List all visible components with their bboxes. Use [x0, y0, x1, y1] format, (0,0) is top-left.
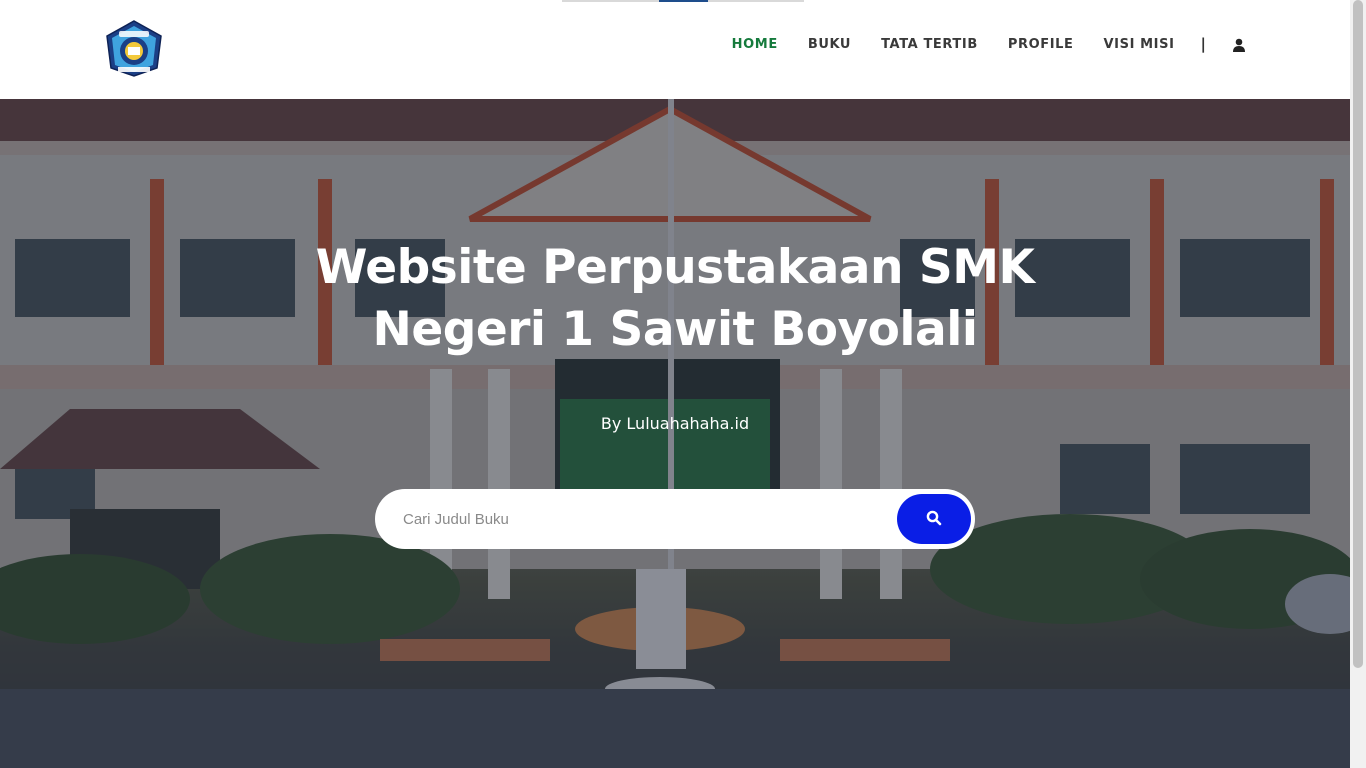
- book-search-form: [375, 489, 975, 549]
- nav-visi-misi[interactable]: VISI MISI: [1104, 37, 1175, 52]
- hero-title: Website Perpustakaan SMK Negeri 1 Sawit …: [0, 237, 1350, 361]
- page-loading-strip: [562, 0, 804, 2]
- book-search-input[interactable]: [403, 507, 883, 531]
- hero-title-line-2: Negeri 1 Sawit Boyolali: [372, 302, 978, 357]
- hero-dark-overlay: [0, 99, 1350, 768]
- hero-section: Website Perpustakaan SMK Negeri 1 Sawit …: [0, 99, 1350, 768]
- nav-tata-tertib[interactable]: TATA TERTIB: [881, 37, 978, 52]
- page-scrollbar[interactable]: [1350, 0, 1366, 768]
- nav-home[interactable]: HOME: [732, 37, 778, 52]
- nav-separator: |: [1200, 35, 1206, 53]
- main-nav: HOME BUKU TATA TERTIB PROFILE VISI MISI …: [702, 0, 1246, 88]
- hero-title-line-1: Website Perpustakaan SMK: [315, 240, 1035, 295]
- search-icon: [926, 510, 942, 529]
- nav-profile[interactable]: PROFILE: [1008, 37, 1074, 52]
- school-logo[interactable]: [104, 20, 164, 77]
- search-button[interactable]: [897, 494, 971, 544]
- site-header: HOME BUKU TATA TERTIB PROFILE VISI MISI …: [0, 0, 1350, 99]
- nav-buku[interactable]: BUKU: [808, 37, 851, 52]
- user-icon[interactable]: [1232, 37, 1246, 52]
- scrollbar-thumb[interactable]: [1353, 0, 1363, 668]
- hero-author-line: By Luluahahaha.id: [600, 414, 750, 433]
